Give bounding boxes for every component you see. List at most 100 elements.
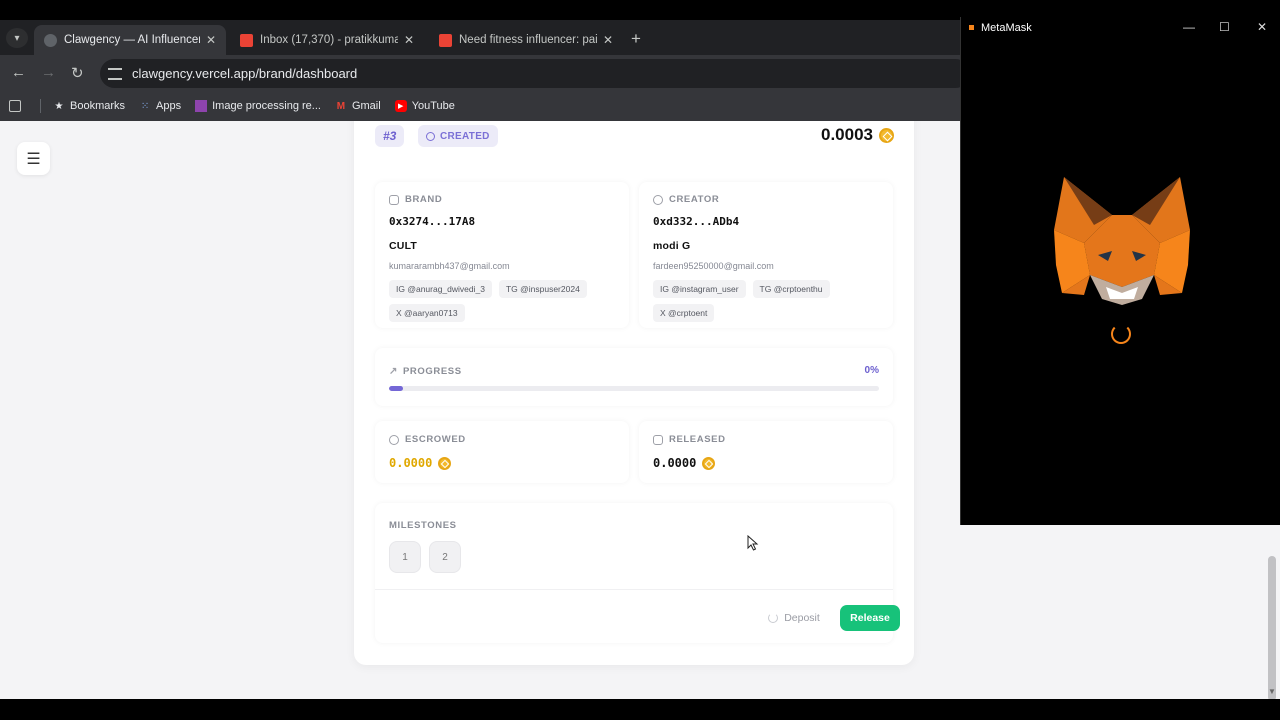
gmail-icon: M	[336, 100, 346, 112]
creator-tag-x: X @crptoent	[653, 304, 715, 322]
close-icon[interactable]: ✕	[206, 33, 216, 47]
tab-search-chevron-icon[interactable]: ▾	[6, 28, 28, 48]
milestone-2-button[interactable]: 2	[429, 541, 461, 573]
gmail-icon	[240, 33, 253, 47]
escrowed-panel: ESCROWED 0.0000	[375, 421, 629, 483]
brand-tag-x: X @aaryan0713	[389, 304, 465, 322]
mouse-cursor-icon	[747, 535, 759, 551]
bookmarks-bar: ★ Bookmarks ⁙ Apps Image processing re... …	[0, 91, 960, 121]
bnb-coin-icon	[702, 456, 716, 470]
escrowed-label: ESCROWED	[389, 434, 615, 445]
jpg-icon	[195, 100, 208, 112]
deal-id-badge: #3	[375, 125, 405, 147]
user-icon	[653, 194, 663, 205]
reload-icon[interactable]: ↻	[71, 64, 84, 82]
clock-icon	[426, 131, 435, 141]
bookmark-gmail[interactable]: M Gmail	[335, 100, 381, 112]
brand-address: 0x3274...17A8	[389, 215, 476, 228]
taskbar-strip	[0, 699, 1280, 720]
bookmark-apps[interactable]: ⁙ Apps	[139, 100, 181, 112]
progress-panel: ↗ PROGRESS 0%	[375, 348, 893, 406]
star-icon: ★	[54, 100, 64, 112]
site-info-icon[interactable]	[108, 67, 122, 80]
creator-panel: CREATOR 0xd332...ADb4 modi G fardeen9525…	[639, 182, 893, 328]
scroll-down-icon[interactable]: ▼	[1268, 687, 1276, 696]
progress-label: ↗ PROGRESS	[389, 366, 462, 377]
creator-address: 0xd332...ADb4	[653, 215, 740, 228]
milestones-panel: MILESTONES 1 2 Deposit Release	[375, 503, 900, 643]
divider	[375, 589, 893, 590]
wallet-icon	[653, 434, 663, 445]
divider	[40, 99, 41, 113]
close-icon[interactable]: ✕	[404, 33, 414, 47]
creator-tag-tg: TG @crptoenthu	[752, 280, 830, 298]
loading-spinner-icon	[1111, 324, 1131, 344]
tab-title: Clawgency — AI Influencer Age	[64, 34, 200, 46]
metamask-titlebar: MetaMask — ☐ ✕	[961, 17, 1280, 39]
close-icon[interactable]: ✕	[1257, 20, 1267, 34]
trend-icon: ↗	[389, 366, 398, 377]
bookmark-image-processing[interactable]: Image processing re...	[195, 100, 321, 112]
progress-bar-fill	[389, 386, 403, 391]
brand-name: CULT	[389, 240, 418, 252]
apps-grid-icon[interactable]	[9, 100, 26, 112]
milestones-label: MILESTONES	[389, 520, 457, 531]
status-badge: CREATED	[418, 125, 498, 147]
tab-need-fitness[interactable]: Need fitness influencer: paid co ✕	[429, 25, 625, 55]
minimize-icon[interactable]: —	[1183, 20, 1195, 34]
address-bar[interactable]: clawgency.vercel.app/brand/dashboard	[100, 59, 970, 88]
milestone-1-button[interactable]: 1	[389, 541, 421, 573]
building-icon	[389, 194, 399, 205]
forward-arrow-icon[interactable]: →	[41, 64, 56, 81]
brand-tags: IG @anurag_dwivedi_3 TG @inspuser2024 X …	[389, 280, 609, 328]
globe-icon	[44, 33, 57, 47]
menu-icon: ☰	[26, 150, 41, 168]
tab-inbox[interactable]: Inbox (17,370) - pratikkumar56 ✕	[230, 25, 426, 55]
brand-tag-tg: TG @inspuser2024	[498, 280, 587, 298]
close-icon[interactable]: ✕	[603, 33, 613, 47]
release-button[interactable]: Release	[840, 605, 900, 631]
brand-email: kumararambh437@gmail.com	[389, 261, 510, 271]
url-text: clawgency.vercel.app/brand/dashboard	[132, 66, 358, 81]
metamask-fox-logo	[1054, 177, 1190, 305]
browser-chrome: ▾ Clawgency — AI Influencer Age ✕ Inbox …	[0, 20, 970, 121]
bookmark-bookmarks[interactable]: ★ Bookmarks	[53, 100, 126, 112]
creator-tags: IG @instagram_user TG @crptoenthu X @crp…	[653, 280, 873, 328]
coins-icon	[389, 434, 399, 445]
tab-title: Need fitness influencer: paid co	[459, 34, 597, 46]
youtube-icon: ▶	[394, 100, 407, 112]
tab-strip: ▾ Clawgency — AI Influencer Age ✕ Inbox …	[0, 20, 960, 55]
released-value: 0.0000	[653, 456, 879, 470]
page-scrollbar[interactable]	[1268, 556, 1276, 699]
escrowed-value: 0.0000	[389, 456, 615, 470]
bookmark-youtube[interactable]: ▶ YouTube	[394, 100, 455, 112]
bnb-coin-icon	[438, 456, 452, 470]
tab-title: Inbox (17,370) - pratikkumar56	[260, 34, 398, 46]
brand-tag-ig: IG @anurag_dwivedi_3	[389, 280, 492, 298]
released-label: RELEASED	[653, 434, 879, 445]
brand-label: BRAND	[389, 194, 615, 205]
deposit-button[interactable]: Deposit	[759, 605, 829, 631]
creator-email: fardeen95250000@gmail.com	[653, 261, 774, 271]
hamburger-menu-button[interactable]: ☰	[17, 142, 50, 175]
new-tab-plus-icon[interactable]: +	[631, 29, 641, 49]
bnb-coin-icon	[879, 127, 894, 143]
creator-tag-ig: IG @instagram_user	[653, 280, 746, 298]
deal-amount: 0.0003	[821, 125, 894, 145]
creator-name: modi G	[653, 240, 691, 252]
metamask-window: MetaMask — ☐ ✕	[960, 17, 1280, 525]
apps-dots-icon: ⁙	[140, 100, 150, 112]
tab-clawgency[interactable]: Clawgency — AI Influencer Age ✕	[34, 25, 226, 55]
creator-label: CREATOR	[653, 194, 879, 205]
metamask-small-icon	[969, 25, 974, 30]
navigation-bar: ← → ↻ clawgency.vercel.app/brand/dashboa…	[0, 55, 970, 91]
loading-spinner-icon	[768, 613, 779, 623]
progress-bar	[389, 386, 879, 391]
back-arrow-icon[interactable]: ←	[11, 64, 26, 81]
progress-percent: 0%	[864, 365, 879, 376]
deal-card: #3 CREATED 0.0003 BRAND 0x3274...17A8 CU…	[354, 121, 914, 665]
brand-panel: BRAND 0x3274...17A8 CULT kumararambh437@…	[375, 182, 629, 328]
released-panel: RELEASED 0.0000	[639, 421, 893, 483]
maximize-icon[interactable]: ☐	[1219, 20, 1230, 34]
gmail-icon	[439, 33, 452, 47]
